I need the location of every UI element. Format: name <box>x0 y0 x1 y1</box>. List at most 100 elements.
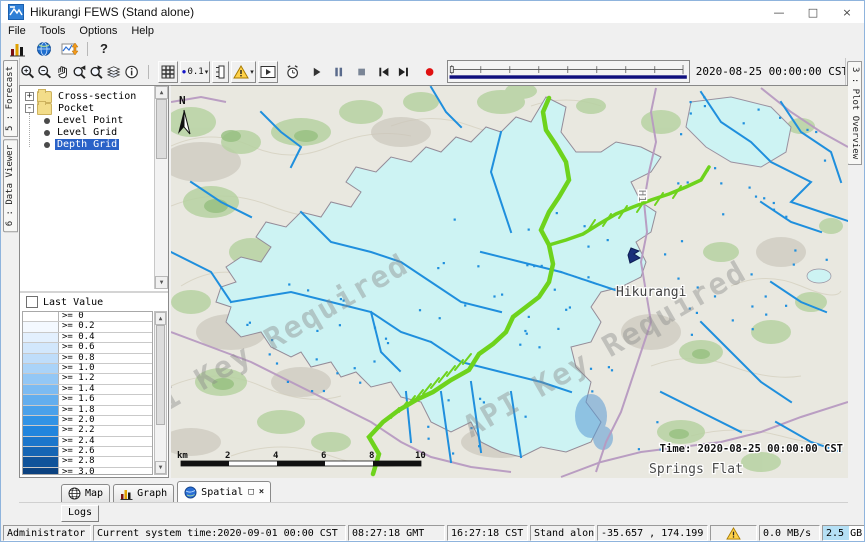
tab-forecast[interactable]: 5 : Forecast <box>3 60 18 137</box>
blue-globe-icon <box>184 486 197 499</box>
zoom-in-icon[interactable] <box>20 63 35 81</box>
status-network-speed: 0.0 MB/s <box>759 525 820 541</box>
scrollbar-thumb[interactable] <box>156 99 167 159</box>
legend-color-swatch <box>23 437 59 446</box>
tab-close-icon[interactable]: × <box>259 487 264 497</box>
grid-display-button[interactable] <box>158 61 178 83</box>
map-viewport[interactable]: API Key Required API Key Required Hikura… <box>171 85 848 478</box>
tab-maximize-icon[interactable]: □ <box>248 487 253 497</box>
leaf-bullet-icon <box>44 142 50 148</box>
svg-text:10: 10 <box>415 451 426 461</box>
legend-threshold-label: >= 1.4 <box>59 385 152 394</box>
svg-text:6: 6 <box>321 451 326 461</box>
scrollbar-thumb[interactable] <box>156 325 165 425</box>
legend-threshold-label: >= 2.4 <box>59 437 152 446</box>
tree-node-pocket[interactable]: - Pocket <box>25 103 96 114</box>
grid-icon <box>160 65 176 79</box>
zoom-previous-icon[interactable] <box>72 63 87 81</box>
tree-node-level-grid[interactable]: Level Grid <box>44 127 119 138</box>
legend-color-swatch <box>23 354 59 363</box>
tree-node-depth-grid[interactable]: Depth Grid <box>44 139 119 150</box>
map-globe-icon[interactable] <box>35 41 53 57</box>
menu-help[interactable]: Help <box>124 25 161 37</box>
chevron-down-icon: ▾ <box>205 68 209 76</box>
map-time-label: Time: 2020-08-25 00:00:00 CST <box>660 443 843 455</box>
legend-threshold-label: >= 3.0 <box>59 468 152 475</box>
last-value-checkbox[interactable] <box>26 296 38 308</box>
maximize-button[interactable]: □ <box>796 1 830 23</box>
legend-color-swatch <box>23 416 59 425</box>
chevron-down-icon: ▾ <box>250 68 254 76</box>
play-button[interactable] <box>309 63 324 81</box>
legend-row[interactable]: >= 1.6 <box>23 395 152 405</box>
legend-threshold-label: >= 2.8 <box>59 457 152 466</box>
record-button[interactable] <box>422 63 437 81</box>
status-local-time: 16:27:18 CST <box>447 525 528 541</box>
menu-file[interactable]: File <box>1 25 33 37</box>
collapse-icon[interactable]: - <box>25 104 34 113</box>
help-button[interactable]: ? <box>96 41 112 56</box>
legend-threshold-label: >= 1.0 <box>59 364 152 373</box>
legend-scrollbar[interactable]: ▲ ▼ <box>154 311 167 475</box>
legend-color-swatch <box>23 426 59 435</box>
vertical-profile-button[interactable] <box>212 61 229 83</box>
toolbar-separator <box>148 65 149 79</box>
expand-icon[interactable]: + <box>25 92 34 101</box>
tab-spatial-active[interactable]: Spatial □ × <box>177 481 271 502</box>
interval-dropdown[interactable]: ● 0.1 ▾ <box>180 61 211 83</box>
tree-scrollbar[interactable]: ▲ ▼ <box>154 86 168 289</box>
legend-color-swatch <box>23 406 59 415</box>
flood-pond <box>807 269 831 283</box>
tab-plot-overview[interactable]: 3 : Plot Overview <box>847 61 862 165</box>
tab-map[interactable]: Map <box>61 484 110 502</box>
timeseries-display-icon[interactable] <box>61 41 79 57</box>
zoom-next-icon[interactable] <box>89 63 104 81</box>
info-icon[interactable] <box>124 63 139 81</box>
legend-row[interactable]: >= 0.6 <box>23 343 152 353</box>
app-icon <box>8 4 24 20</box>
tree-node-level-point[interactable]: Level Point <box>44 115 125 126</box>
scroll-up-icon[interactable]: ▲ <box>155 312 166 325</box>
skip-to-end-button[interactable] <box>396 63 411 81</box>
stop-button[interactable] <box>354 63 369 81</box>
legend-threshold-label: >= 0 <box>59 312 152 321</box>
legend-color-swatch <box>23 374 59 383</box>
tab-data-viewer[interactable]: 6 : Data Viewer <box>3 139 18 232</box>
legend-row[interactable]: >= 3.0 <box>23 468 152 475</box>
layers-icon[interactable] <box>106 63 121 81</box>
menu-options[interactable]: Options <box>72 25 124 37</box>
skip-to-start-button[interactable] <box>376 63 391 81</box>
legend-threshold-label: >= 0.2 <box>59 322 152 331</box>
menu-tools[interactable]: Tools <box>33 25 73 37</box>
tree-node-label: Level Point <box>55 115 125 126</box>
timer-icon[interactable] <box>285 63 300 81</box>
toolbar-separator <box>87 42 88 56</box>
road-label: H1 <box>636 190 647 202</box>
zoom-out-icon[interactable] <box>37 63 52 81</box>
warning-icon <box>233 65 249 79</box>
tab-graph[interactable]: Graph <box>113 484 174 502</box>
tree-node-label-selected: Depth Grid <box>55 139 119 150</box>
database-bars-icon[interactable] <box>9 41 27 57</box>
warning-dropdown[interactable]: ▾ <box>231 61 256 83</box>
logs-button[interactable]: Logs <box>61 505 99 522</box>
time-slider[interactable] <box>447 60 690 83</box>
scroll-up-icon[interactable]: ▲ <box>155 86 168 99</box>
legend-color-swatch <box>23 457 59 466</box>
scroll-down-icon[interactable]: ▼ <box>155 276 168 289</box>
animation-button[interactable] <box>258 61 278 83</box>
warning-icon <box>726 527 741 540</box>
legend-color-swatch <box>23 333 59 342</box>
svg-text:8: 8 <box>369 451 374 461</box>
pause-button[interactable] <box>331 63 346 81</box>
time-slider-handle[interactable] <box>450 67 453 73</box>
scroll-down-icon[interactable]: ▼ <box>155 461 166 474</box>
interval-dot-icon: ● <box>182 67 187 76</box>
minimize-button[interactable]: — <box>762 1 796 23</box>
logs-row: Logs <box>19 502 848 524</box>
legend-threshold-label: >= 1.6 <box>59 395 152 404</box>
close-button[interactable]: × <box>830 1 864 23</box>
legend-threshold-label: >= 1.8 <box>59 406 152 415</box>
pan-hand-icon[interactable] <box>55 63 70 81</box>
status-warning-cell[interactable] <box>710 525 757 541</box>
